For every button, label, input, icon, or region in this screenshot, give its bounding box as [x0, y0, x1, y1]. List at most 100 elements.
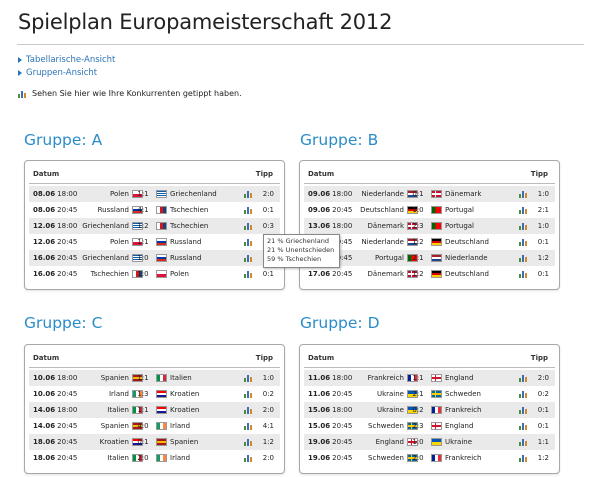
away-team: Tschechien: [156, 222, 208, 230]
tip-stats-icon[interactable]: [519, 206, 527, 214]
match-time: 20:45: [332, 206, 353, 214]
stats-icon: [18, 90, 26, 98]
my-tip: 1:0: [262, 374, 274, 382]
match-time: 18:00: [332, 374, 353, 382]
match-time: 20:45: [332, 438, 353, 446]
away-team-name: Ukraine: [445, 438, 473, 446]
match-date: 08.06 20:45: [33, 206, 77, 214]
match-date: 10.06 18:00: [33, 374, 77, 382]
match-time: 18:00: [332, 190, 353, 198]
tip-column-header: Tipp: [255, 354, 273, 362]
tip-stats-icon[interactable]: [519, 422, 527, 430]
away-team-name: Russland: [170, 254, 202, 262]
tip-stats-icon[interactable]: [244, 454, 252, 462]
arrow-right-icon: [18, 57, 22, 63]
home-team-name: Frankreich: [367, 374, 404, 382]
away-team: Frankreich: [431, 454, 481, 462]
tip-stats-icon[interactable]: [519, 222, 527, 230]
tip-stats-icon[interactable]: [519, 254, 527, 262]
tip-stats-icon[interactable]: [244, 190, 252, 198]
tip-stats-icon[interactable]: [519, 238, 527, 246]
away-team-name: Polen: [170, 270, 189, 278]
tip-stats-icon[interactable]: [519, 190, 527, 198]
match-row: 17.0620:45Portugal2:1Niederlande1:2: [304, 250, 555, 266]
table-header: Datum Tipp: [308, 354, 550, 364]
match-row: 10.06 20:45 Irland 1:3 Kroatien 0:2: [25, 386, 284, 402]
tip-stats-icon[interactable]: [244, 422, 252, 430]
match-score: 1:1: [137, 238, 149, 246]
tip-stats-icon[interactable]: [244, 390, 252, 398]
group-title-b: Gruppe: B: [300, 131, 379, 149]
match-date: 11.06 18:00: [308, 374, 352, 382]
tip-stats-icon[interactable]: [244, 406, 252, 414]
tabular-view-label[interactable]: Tabellarische-Ansicht: [26, 55, 115, 65]
away-team: Kroatien: [156, 406, 199, 414]
away-team-name: England: [445, 374, 474, 382]
away-team: Dänemark: [431, 190, 481, 198]
match-score: 0:1: [137, 438, 149, 446]
match-score: 1:1: [137, 374, 149, 382]
tip-stats-icon[interactable]: [519, 438, 527, 446]
match-time: 20:45: [57, 438, 78, 446]
tip-stats-icon[interactable]: [244, 438, 252, 446]
group-view-link[interactable]: Gruppen-Ansicht: [18, 68, 97, 78]
match-date: 12.06 20:45: [33, 238, 77, 246]
tabular-view-link[interactable]: Tabellarische-Ansicht: [18, 55, 115, 65]
flag-icon: [156, 374, 167, 382]
match-date-day: 12.06: [33, 222, 56, 230]
away-team: Polen: [156, 270, 189, 278]
header-divider: [304, 367, 555, 368]
group-c-panel: Datum Tipp 10.06 18:00 Spanien 1:1 Italien 1:0 1…: [24, 344, 285, 474]
flag-icon: [431, 238, 442, 246]
tip-stats-icon[interactable]: [519, 454, 527, 462]
away-team: Irland: [156, 422, 190, 430]
flag-icon: [431, 406, 442, 414]
away-team-name: Spanien: [170, 438, 199, 446]
match-date: 10.06 20:45: [33, 390, 77, 398]
match-row: 18.06 20:45 Kroatien 0:1 Spanien 1:2: [29, 434, 280, 450]
match-date: 12.06 18:00: [33, 222, 77, 230]
match-score: 2:1: [412, 254, 424, 262]
tip-stats-icon[interactable]: [244, 238, 252, 246]
tip-stats-icon[interactable]: [519, 374, 527, 382]
home-team-name: Niederlande: [361, 190, 404, 198]
away-team: Niederlande: [431, 254, 488, 262]
flag-icon: [156, 406, 167, 414]
tip-stats-icon[interactable]: [244, 206, 252, 214]
match-row: 19.06 20:45 England 1:0 Ukraine 1:1: [304, 434, 555, 450]
tip-stats-icon[interactable]: [244, 270, 252, 278]
away-team-name: Russland: [170, 238, 202, 246]
match-time: 20:45: [57, 206, 78, 214]
match-score: 1:1: [412, 374, 424, 382]
match-date: 14.06 18:00: [33, 406, 77, 414]
away-team-name: Italien: [170, 374, 192, 382]
table-header: Datum Tipp: [33, 170, 275, 180]
tip-stats-icon[interactable]: [244, 254, 252, 262]
tip-stats-icon[interactable]: [519, 390, 527, 398]
match-date: 19.06 20:45: [308, 454, 352, 462]
match-score: 2:3: [412, 422, 424, 430]
my-tip: 0:3: [262, 222, 274, 230]
away-team: England: [431, 374, 473, 382]
match-row: 15.06 20:45 Schweden 2:3 England 0:1: [300, 418, 559, 434]
tip-stats-icon[interactable]: [519, 406, 527, 414]
away-team-name: Frankreich: [445, 454, 482, 462]
tip-stats-icon[interactable]: [519, 270, 527, 278]
match-date-day: 08.06: [33, 190, 56, 198]
match-date: 09.06 20:45: [308, 206, 352, 214]
match-time: 20:45: [332, 270, 353, 278]
match-score: 1:1: [137, 190, 149, 198]
match-score: 1:0: [412, 206, 424, 214]
tip-column-header: Tipp: [530, 354, 548, 362]
my-tip: 0:1: [537, 406, 549, 414]
match-date: 14.06 20:45: [33, 422, 77, 430]
group-view-label[interactable]: Gruppen-Ansicht: [26, 68, 97, 78]
away-team: Portugal: [431, 206, 474, 214]
match-row: 08.06 18:00 Polen 1:1 Griechenland 2:0: [29, 186, 280, 202]
match-time: 20:45: [57, 238, 78, 246]
header-divider: [29, 183, 280, 184]
flag-icon: [431, 254, 442, 262]
tip-stats-icon[interactable]: [244, 222, 252, 230]
tip-stats-icon[interactable]: [244, 374, 252, 382]
tooltip-line: 21 % Unentschieden: [267, 246, 335, 254]
